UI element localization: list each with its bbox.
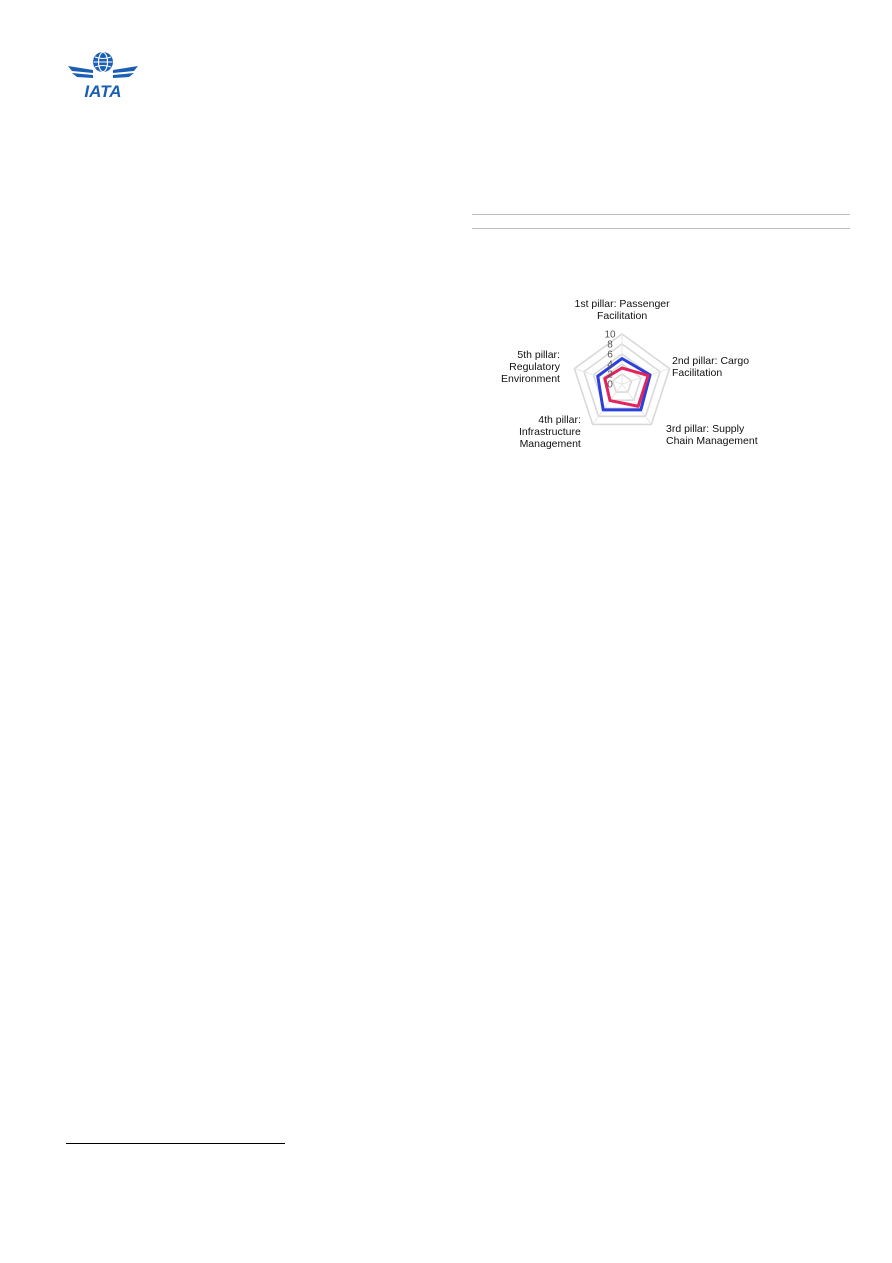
radar-axis-label-5: 5th pillar: Regulatory Environment <box>501 349 560 385</box>
radar-axis-label-line: 2nd pillar: Cargo <box>672 355 750 367</box>
radar-axis-label-2: 2nd pillar: Cargo Facilitation <box>672 355 749 379</box>
radar-tick-label: 0 <box>607 380 613 391</box>
radar-chart: 0 2 4 6 8 10 1st pillar: Passenger Facilitatio… <box>470 292 770 467</box>
iata-logo: IATA <box>66 48 140 100</box>
radar-axis-label-4: 4th pillar: Infrastructure Management <box>519 414 581 450</box>
radar-tick-label: 6 <box>607 350 613 361</box>
radar-axis-label-line: 5th pillar: <box>517 349 560 361</box>
radar-tick-label: 8 <box>607 340 613 351</box>
radar-tick-label: 10 <box>604 330 616 341</box>
radar-axis-label-line: 4th pillar: <box>538 414 581 426</box>
radar-axis-label-line: Infrastructure <box>519 426 581 438</box>
radar-axis-label-line: Facilitation <box>596 310 648 322</box>
radar-tick-label: 2 <box>607 370 613 381</box>
table-bottom-rule <box>472 228 850 229</box>
footnote-separator <box>66 1143 285 1144</box>
logo-wordmark: IATA <box>84 82 121 100</box>
radar-axis-label-line: Environment <box>501 373 560 385</box>
radar-axis-label-line: 3rd pillar: Supply <box>666 423 745 435</box>
radar-axis-label-line: Chain Management <box>666 435 758 447</box>
radar-axis-label-3: 3rd pillar: Supply Chain Management <box>666 423 758 447</box>
radar-tick-label: 4 <box>607 360 613 371</box>
table-top-rule <box>472 214 850 215</box>
radar-axis-label-line: Facilitation <box>672 367 723 379</box>
iata-globe-wings-icon: IATA <box>68 51 138 100</box>
radar-axis-label-line: 1st pillar: Passenger <box>574 298 670 310</box>
radar-axis-label-line: Management <box>519 438 581 450</box>
radar-axis-label-line: Regulatory <box>509 361 560 373</box>
radar-axis-label-1: 1st pillar: Passenger Facilitation <box>575 298 670 322</box>
